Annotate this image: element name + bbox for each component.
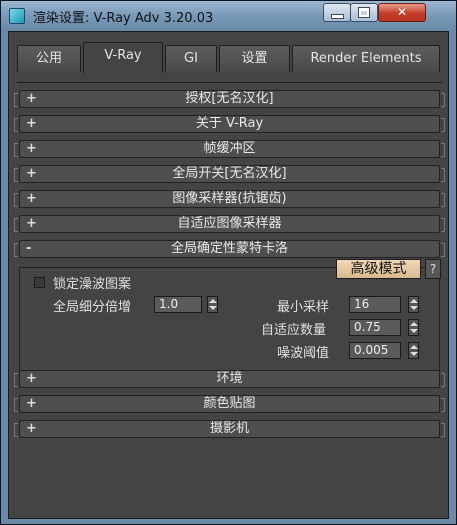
rollout-label: 摄影机 [209,421,249,436]
title-bar[interactable]: 渲染设置: V-Ray Adv 3.20.03 ✕ [1,1,456,31]
minimize-icon [332,15,343,18]
rollout-adaptive-image-sampler[interactable]: + 自适应图像采样器 [14,215,445,233]
window-title: 渲染设置: V-Ray Adv 3.20.03 [33,11,214,26]
tab-gi[interactable]: GI [165,45,217,72]
minimize-button[interactable] [323,3,351,22]
rollout-label: 全局开关[无名汉化] [172,166,287,181]
lock-noise-checkbox[interactable] [34,277,45,288]
tab-divider [17,82,442,83]
rollout-license[interactable]: + 授权[无名汉化] [14,90,445,108]
min-samples-label: 最小采样 [277,300,330,315]
spin-down-icon [410,352,418,356]
rollout-label: 全局确定性蒙特卡洛 [170,241,288,256]
maximize-button[interactable] [350,3,378,22]
tab-settings[interactable]: 设置 [219,45,290,72]
spin-up-icon [410,299,418,303]
rollout-label: 关于 V-Ray [195,116,264,131]
noise-threshold-field[interactable]: 0.005 [349,342,401,359]
subdiv-mult-label: 全局细分倍增 [53,300,132,315]
close-button[interactable]: ✕ [378,3,426,22]
rollout-label: 授权[无名汉化] [185,91,274,106]
adaptive-amount-field[interactable]: 0.75 [349,319,401,336]
noise-threshold-label: 噪波阈值 [277,346,330,361]
global-dmc-panel: 锁定澡波图案 高级模式 ? 全局细分倍增 1.0 最小采样 16 自适应数量 0… [19,259,441,385]
rollout-camera[interactable]: + 摄影机 [14,420,445,438]
3dsmax-app-icon [9,8,25,24]
adaptive-amount-spinner[interactable] [408,319,419,336]
rollout-environment[interactable]: + 环境 [14,370,445,388]
min-samples-field[interactable]: 16 [349,296,401,313]
spin-down-icon [410,329,418,333]
rollout-frame-buffer[interactable]: + 帧缓冲区 [14,140,445,158]
spin-up-icon [209,299,217,303]
render-settings-window: 渲染设置: V-Ray Adv 3.20.03 ✕ 公用 V-Ray GI 设置… [0,0,457,525]
close-icon: ✕ [396,5,408,19]
min-samples-spinner[interactable] [408,296,419,313]
tab-render-elements[interactable]: Render Elements [292,45,440,72]
noise-threshold-spinner[interactable] [408,342,419,359]
spin-up-icon [410,345,418,349]
dialog-body: 公用 V-Ray GI 设置 Render Elements + 授权[无名汉化… [8,31,449,519]
maximize-icon [359,8,369,17]
adaptive-amount-label: 自适应数量 [261,323,327,338]
rollout-about-vray[interactable]: + 关于 V-Ray [14,115,445,133]
rollout-label: 环境 [216,371,243,386]
tab-vray[interactable]: V-Ray [83,42,163,73]
rollout-label: 图像采样器(抗锯齿) [172,191,287,206]
lock-noise-label: 锁定澡波图案 [53,277,132,292]
spin-down-icon [410,306,418,310]
spin-up-icon [410,322,418,326]
advanced-mode-button[interactable]: 高级模式 [336,259,421,279]
rollout-global-dmc[interactable]: - 全局确定性蒙特卡洛 [14,240,445,258]
subdiv-mult-field[interactable]: 1.0 [154,296,202,313]
subdiv-mult-spinner[interactable] [207,296,218,313]
rollout-label: 颜色贴图 [203,396,256,411]
rollout-color-mapping[interactable]: + 颜色贴图 [14,395,445,413]
tab-common[interactable]: 公用 [17,45,81,72]
rollout-label: 帧缓冲区 [203,141,256,156]
rollout-label: 自适应图像采样器 [177,216,282,231]
help-button[interactable]: ? [425,259,441,279]
rollout-image-sampler[interactable]: + 图像采样器(抗锯齿) [14,190,445,208]
rollout-global-switches[interactable]: + 全局开关[无名汉化] [14,165,445,183]
spin-down-icon [209,306,217,310]
